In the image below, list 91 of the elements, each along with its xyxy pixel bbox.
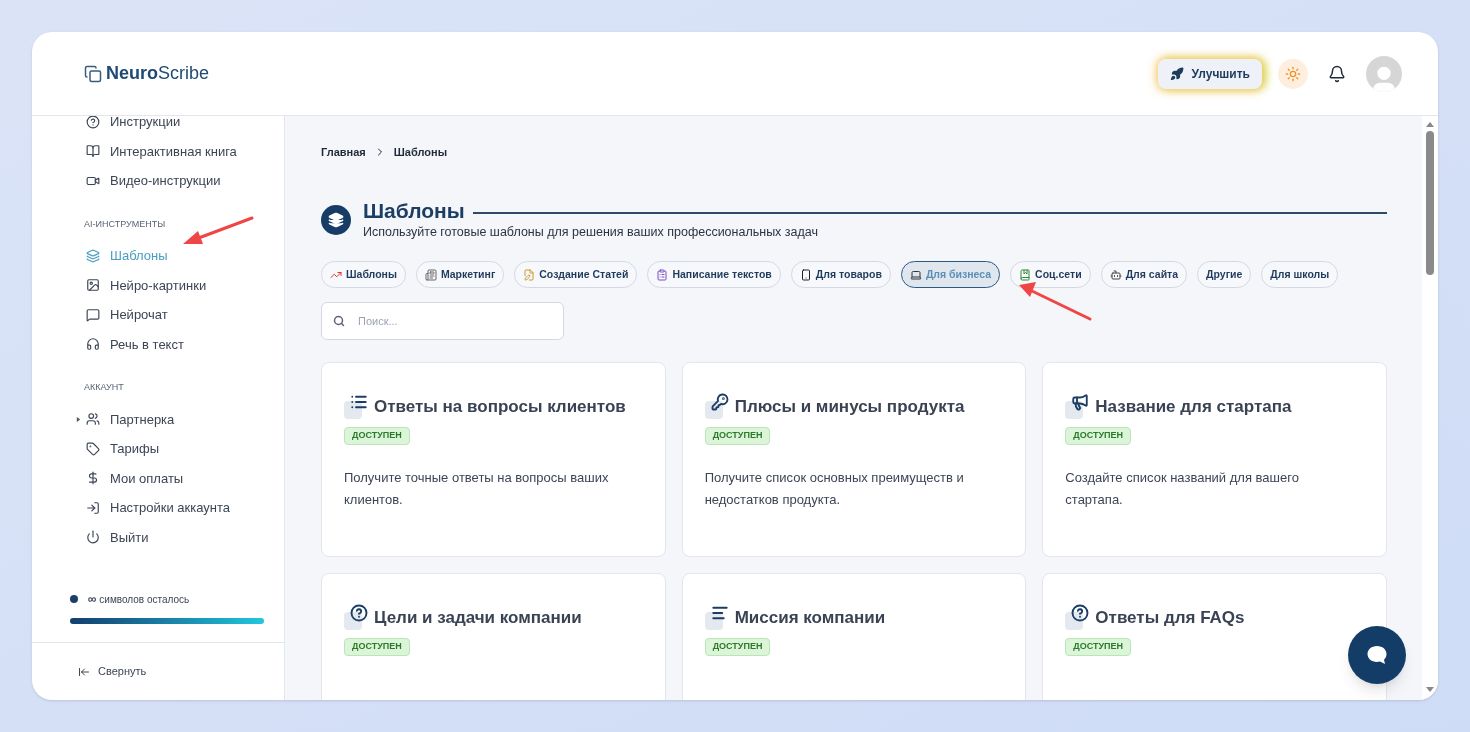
annotation-arrow bbox=[183, 216, 254, 244]
filter-chip[interactable]: Создание Статей bbox=[514, 261, 638, 289]
sidebar-item[interactable]: Инструкции bbox=[86, 116, 272, 137]
sidebar-item[interactable]: Видео-инструкции bbox=[86, 166, 272, 196]
collapse-icon bbox=[78, 665, 90, 678]
filter-chip[interactable]: Для товаров bbox=[790, 261, 891, 289]
status-badge: ДОСТУПЕН bbox=[1065, 638, 1132, 656]
template-card[interactable]: Ответы на вопросы клиентов ДОСТУПЕН Получите точные ответы на вопросы ваших клиентов. bbox=[321, 362, 666, 558]
status-badge: ДОСТУПЕН bbox=[704, 638, 771, 656]
page-subtitle: Используйте готовые шаблоны для решения ваших профессиональных задач bbox=[363, 223, 819, 241]
books-icon bbox=[1019, 268, 1032, 281]
note-icon bbox=[523, 268, 536, 281]
logo[interactable]: NeuroScribe bbox=[106, 60, 210, 87]
card-title: Ответы для FAQs bbox=[1095, 606, 1245, 629]
template-card[interactable]: Миссия компании ДОСТУПЕН bbox=[681, 573, 1027, 700]
sidebar-item[interactable]: Речь в текст bbox=[86, 329, 272, 359]
rocket-icon bbox=[1169, 66, 1184, 81]
template-card[interactable]: Название для стартапа ДОСТУПЕН Создайте список названий для вашего стартапа. bbox=[1042, 362, 1387, 558]
image-icon bbox=[86, 278, 100, 293]
question-icon bbox=[1065, 604, 1090, 631]
breadcrumb-link[interactable]: Шаблоны bbox=[393, 144, 448, 161]
dollar-icon bbox=[86, 471, 100, 486]
sun-icon bbox=[1285, 65, 1301, 82]
book-icon bbox=[86, 144, 100, 159]
card-title: Плюсы и минусы продукта bbox=[734, 395, 965, 418]
logo-icon bbox=[84, 64, 102, 83]
robot-icon bbox=[1109, 268, 1122, 281]
page-title: Шаблоны bbox=[363, 198, 465, 223]
notification-icon[interactable] bbox=[1328, 64, 1346, 83]
sidebar-item[interactable]: Выйти bbox=[86, 522, 272, 552]
upgrade-button[interactable]: Улучшить bbox=[1157, 58, 1262, 89]
sidebar-item[interactable]: Тарифы bbox=[86, 434, 272, 464]
card-title: Название для стартапа bbox=[1095, 395, 1292, 418]
filter-chip[interactable]: Маркетинг bbox=[415, 261, 505, 289]
sidebar-item[interactable]: Настройки аккаунта bbox=[86, 493, 272, 523]
template-card[interactable]: Ответы для FAQs ДОСТУПЕН bbox=[1042, 573, 1387, 700]
question-icon bbox=[344, 604, 368, 631]
headphones-icon bbox=[86, 337, 100, 352]
scroll-up-icon[interactable] bbox=[1426, 122, 1434, 127]
template-card[interactable]: Цели и задачи компании ДОСТУПЕН bbox=[321, 573, 666, 700]
megaphone-icon bbox=[1065, 393, 1090, 420]
search-icon bbox=[333, 315, 345, 328]
chat-bubble-icon bbox=[86, 307, 100, 322]
section-heading: АККАУНТ bbox=[84, 381, 125, 394]
clipboard-icon bbox=[656, 268, 669, 281]
status-badge: ДОСТУПЕН bbox=[704, 427, 771, 445]
power-icon bbox=[86, 530, 100, 545]
users-icon bbox=[86, 412, 100, 427]
card-description: Получите список основных преимуществ и недостатков продукта. bbox=[704, 469, 965, 510]
sidebar-item[interactable]: Нейрочат bbox=[86, 300, 272, 330]
list-icon bbox=[344, 393, 368, 420]
laptop-icon bbox=[909, 268, 922, 281]
tag-icon bbox=[86, 441, 100, 456]
caret-icon[interactable] bbox=[76, 416, 81, 422]
scroll-down-icon[interactable] bbox=[1426, 687, 1434, 692]
sidebar-item[interactable]: Нейро-картинки bbox=[86, 270, 272, 300]
scrollbar-thumb[interactable] bbox=[1426, 131, 1434, 275]
chat-button[interactable] bbox=[1348, 626, 1406, 684]
section-heading: AI-ИНСТРУМЕНТЫ bbox=[84, 217, 167, 231]
sidebar-item[interactable]: Партнерка bbox=[86, 404, 272, 434]
card-title: Ответы на вопросы клиентов bbox=[374, 395, 626, 418]
filter-chip[interactable]: Шаблоны bbox=[321, 261, 406, 289]
layers-icon bbox=[86, 248, 100, 263]
card-title: Миссия компании bbox=[734, 606, 886, 629]
help-icon bbox=[86, 116, 100, 129]
usage-label: ∞ символов осталось bbox=[88, 591, 190, 608]
phone-icon bbox=[799, 268, 812, 281]
filter-chip[interactable]: Соц.сети bbox=[1010, 261, 1091, 289]
sidebar-item[interactable]: Мои оплаты bbox=[86, 463, 272, 493]
filter-chip[interactable]: Для школы bbox=[1261, 261, 1339, 289]
sign-in-icon bbox=[86, 500, 100, 515]
theme-toggle[interactable] bbox=[1278, 58, 1308, 89]
status-badge: ДОСТУПЕН bbox=[344, 427, 410, 445]
lines-icon bbox=[704, 604, 729, 631]
sidebar-item[interactable]: Интерактивная книга bbox=[86, 136, 272, 166]
template-card[interactable]: Плюсы и минусы продукта ДОСТУПЕН Получите список основных преимуществ и недостатков продукта. bbox=[681, 362, 1027, 558]
card-description: Получите точные ответы на вопросы ваших клиентов. bbox=[344, 469, 610, 510]
breadcrumb-link[interactable]: Главная bbox=[321, 144, 366, 161]
card-description: Создайте список названий для вашего стартапа. bbox=[1065, 469, 1300, 510]
filter-chip[interactable]: Написание текстов bbox=[647, 261, 781, 289]
chat-bubble-icon bbox=[1365, 643, 1389, 667]
card-title: Цели и задачи компании bbox=[374, 606, 582, 629]
filter-chip[interactable]: Для сайта bbox=[1100, 261, 1188, 289]
collapse-button[interactable]: Свернуть bbox=[78, 663, 147, 680]
search-field[interactable]: Поиск... bbox=[321, 302, 564, 341]
status-badge: ДОСТУПЕН bbox=[344, 638, 410, 656]
status-badge: ДОСТУПЕН bbox=[1065, 427, 1132, 445]
newspaper-icon bbox=[424, 268, 437, 281]
filter-chip[interactable]: Другие bbox=[1197, 261, 1252, 289]
layers-icon bbox=[321, 204, 351, 235]
key-icon bbox=[704, 393, 729, 420]
